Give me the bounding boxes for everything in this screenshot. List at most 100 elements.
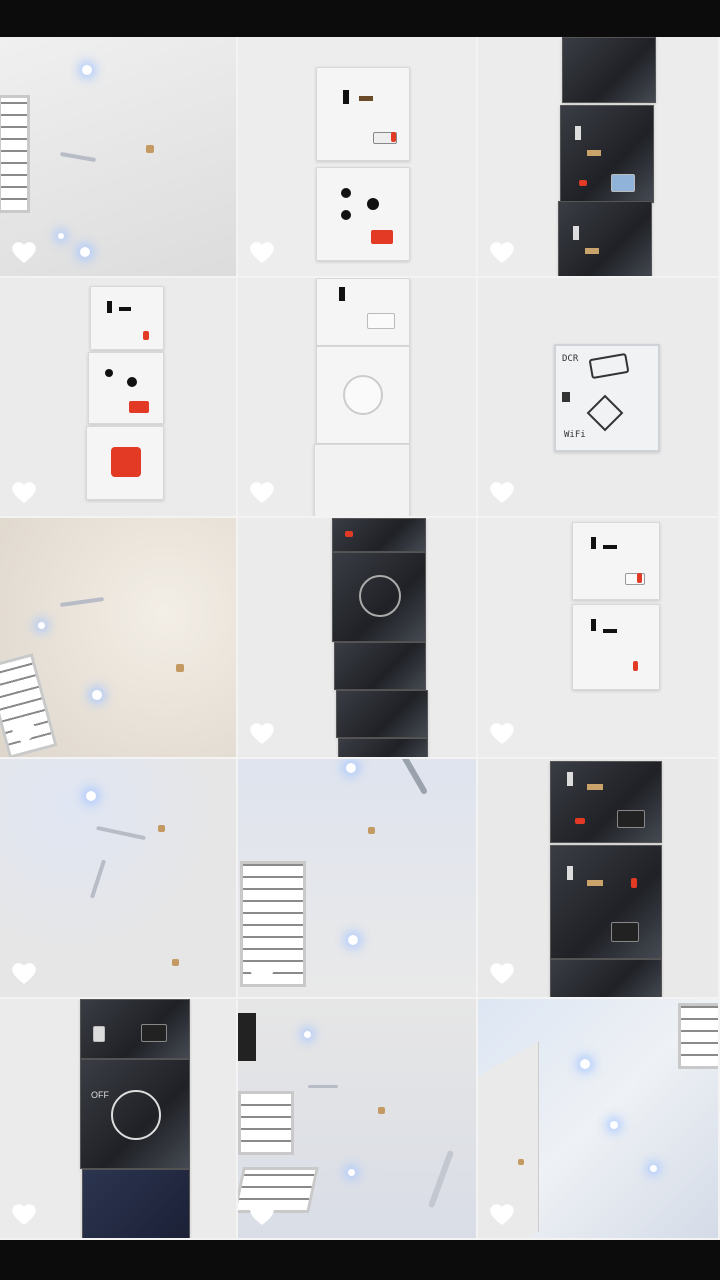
fan-blade [59, 597, 105, 608]
photo-ceiling-corner [478, 999, 718, 1238]
window [0, 95, 30, 213]
ceiling-light [38, 622, 45, 630]
photo-ceiling-fan [0, 37, 236, 276]
heart-outline-icon [250, 241, 274, 263]
fan-icon [359, 575, 401, 618]
ceiling-light [82, 65, 92, 75]
photo-tile[interactable] [0, 37, 238, 278]
blank-plate [550, 958, 662, 998]
fan-blade [427, 1150, 455, 1209]
photo-dark-regulator [238, 518, 476, 757]
camera-icon [588, 352, 630, 379]
like-button[interactable] [490, 482, 514, 504]
photo-tile[interactable]: OFF [0, 999, 238, 1240]
heart-outline-icon [250, 482, 274, 504]
photo-curved-ceiling [0, 518, 236, 757]
ceiling-light [92, 690, 102, 701]
sensor-bottom-label: WiFi [564, 429, 586, 440]
photo-room-window [238, 758, 476, 998]
fan-blade [59, 151, 97, 163]
blank-plate [336, 690, 428, 739]
heart-outline-icon [12, 1204, 36, 1225]
socket-plate [572, 604, 660, 691]
socket-plate [572, 522, 660, 601]
sensor-dot [562, 391, 570, 402]
photo-tile[interactable] [238, 277, 478, 519]
ceiling-light [80, 247, 90, 257]
like-button[interactable] [12, 723, 36, 745]
socket-plate [316, 167, 410, 261]
photo-ceiling-lights [0, 759, 236, 998]
wall-hook [176, 664, 184, 673]
like-button[interactable] [250, 723, 274, 745]
photo-tile[interactable] [0, 277, 238, 519]
photo-tile[interactable] [238, 37, 478, 278]
photo-sensor-panel: DCR WiFi [478, 278, 718, 517]
photo-tile[interactable] [238, 518, 478, 759]
socket-plate [332, 518, 426, 553]
like-button[interactable] [490, 963, 514, 985]
heart-outline-icon [250, 1204, 274, 1225]
wall-hook [158, 824, 165, 832]
heart-outline-icon [490, 1204, 514, 1225]
socket-plate [80, 999, 190, 1060]
fan-icon [111, 1090, 161, 1141]
fan-regulator [316, 345, 410, 444]
like-button[interactable] [250, 1204, 274, 1226]
photo-dark-sockets [478, 37, 718, 276]
photo-tile[interactable] [0, 758, 238, 1000]
dark-object [238, 1013, 256, 1062]
ceiling-light [58, 233, 64, 239]
like-button[interactable] [12, 963, 36, 985]
ceiling-light [650, 1165, 657, 1173]
photo-grid: DCR WiFi OFF [0, 37, 720, 1240]
heart-outline-icon [12, 482, 36, 504]
socket-plate [316, 67, 410, 161]
fan-blade [96, 825, 146, 840]
like-button[interactable] [250, 963, 274, 985]
fan-blade [89, 859, 107, 899]
heart-outline-icon [490, 482, 514, 504]
photo-tile[interactable] [478, 758, 720, 1000]
fan-blade [397, 758, 429, 795]
heart-outline-icon [490, 963, 514, 985]
wall-hook [518, 1159, 524, 1166]
like-button[interactable] [12, 482, 36, 504]
like-button[interactable] [490, 723, 514, 745]
photo-tile[interactable] [478, 999, 720, 1240]
like-button[interactable] [490, 241, 514, 264]
heart-outline-icon [12, 241, 36, 263]
blank-plate [82, 1169, 190, 1238]
ceiling-light [346, 762, 356, 773]
photo-white-plates-red [0, 278, 236, 517]
like-button[interactable] [250, 482, 274, 504]
socket-plate [558, 201, 652, 276]
like-button[interactable] [490, 1204, 514, 1226]
socket-plate [550, 844, 662, 959]
photo-white-sockets [238, 37, 476, 276]
like-button[interactable] [250, 241, 274, 264]
socket-plate [550, 760, 662, 843]
photo-tile[interactable] [0, 518, 238, 759]
photo-room-fan [238, 999, 476, 1238]
sensor-panel: DCR WiFi [554, 343, 660, 452]
photo-tile[interactable] [478, 37, 720, 278]
fan-regulator [332, 552, 426, 643]
heart-outline-icon [490, 723, 514, 744]
wall-hook [368, 826, 375, 834]
ceiling-light [304, 1031, 311, 1039]
photo-tile[interactable] [238, 999, 478, 1240]
socket-plate [562, 37, 656, 103]
wall-hook [146, 145, 154, 153]
photo-dark-regulator-full: OFF [0, 999, 236, 1238]
photo-tile[interactable] [238, 758, 478, 1000]
regulator-off-label: OFF [91, 1090, 109, 1101]
like-button[interactable] [12, 241, 36, 264]
blank-plate [338, 738, 428, 757]
socket-plate [86, 425, 164, 500]
window [678, 1003, 718, 1070]
photo-tile[interactable] [478, 518, 720, 759]
blank-plate [334, 642, 426, 691]
like-button[interactable] [12, 1204, 36, 1226]
photo-tile[interactable]: DCR WiFi [478, 277, 720, 519]
